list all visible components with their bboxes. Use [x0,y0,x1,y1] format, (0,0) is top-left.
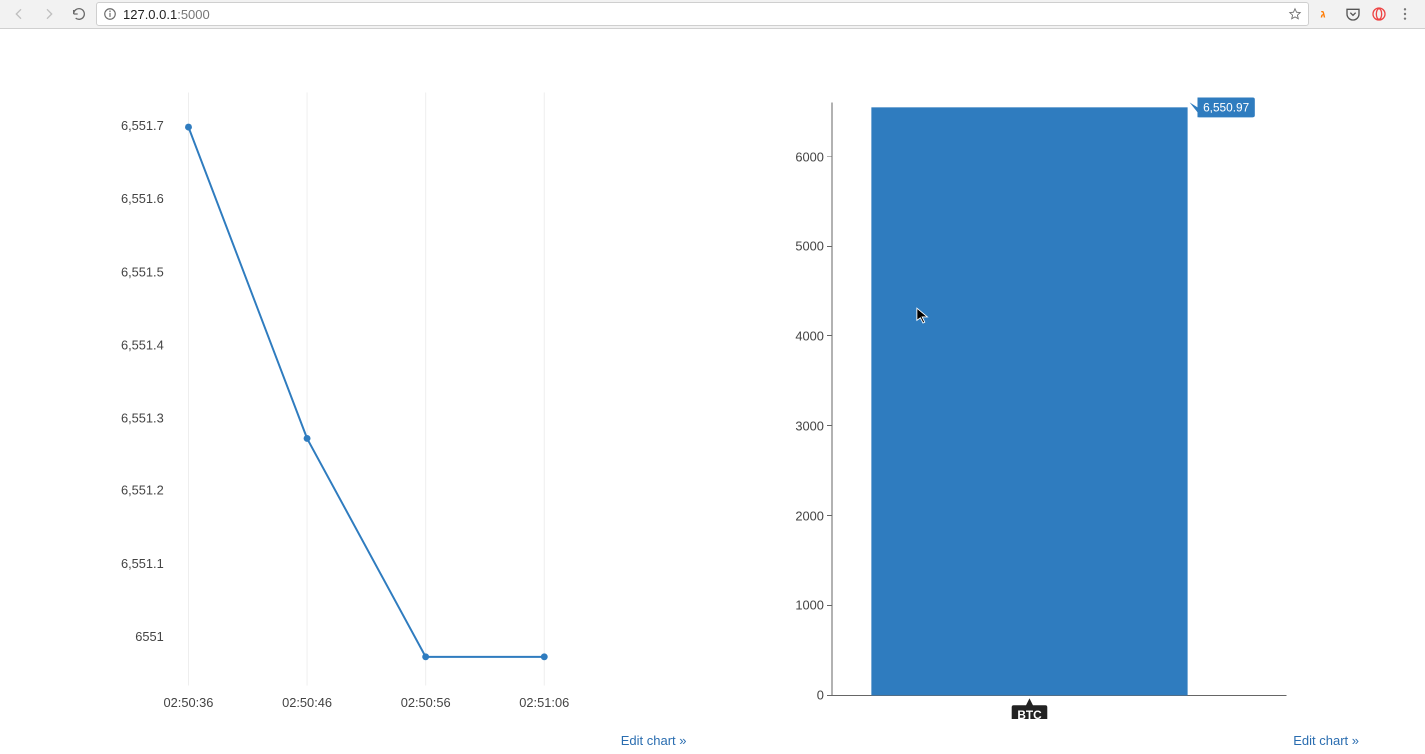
extension-icon-1[interactable]: ג [1319,6,1335,22]
reload-icon [71,6,87,22]
svg-text:4000: 4000 [795,329,824,344]
star-icon[interactable] [1288,7,1302,21]
svg-text:6,551.7: 6,551.7 [121,118,164,133]
arrow-right-icon [41,6,57,22]
bar-x-category-label: BTC [1011,698,1047,719]
url-text: 127.0.0.1:5000 [123,7,210,22]
line-series [188,127,544,657]
svg-text:6,551.2: 6,551.2 [121,483,164,498]
edit-chart-link-left[interactable]: Edit chart » [621,733,687,748]
pocket-icon[interactable] [1345,6,1361,22]
svg-text:02:51:06: 02:51:06 [519,695,569,710]
page-content: 6551 6,551.1 6,551.2 6,551.3 6,551.4 6,5… [0,29,1425,748]
svg-text:6551: 6551 [135,629,164,644]
kebab-menu-icon[interactable] [1397,6,1413,22]
browser-toolbar: 127.0.0.1:5000 ג [0,0,1425,29]
line-chart-x-axis: 02:50:36 02:50:46 02:50:56 02:51:06 [164,695,570,710]
line-point-0[interactable] [185,124,192,131]
back-button[interactable] [6,2,32,26]
info-icon [103,7,117,21]
bar-btc[interactable] [871,107,1187,695]
svg-text:ג: ג [1320,8,1325,20]
extension-icons: ג [1313,6,1419,22]
address-bar[interactable]: 127.0.0.1:5000 [96,2,1309,26]
line-chart-grid [188,93,544,686]
line-point-1[interactable] [304,435,311,442]
svg-text:6,551.4: 6,551.4 [121,337,164,352]
svg-text:3000: 3000 [795,419,824,434]
svg-text:02:50:36: 02:50:36 [164,695,214,710]
svg-text:2000: 2000 [795,508,824,523]
edit-chart-link-right[interactable]: Edit chart » [1293,733,1359,748]
bar-value-label: 6,550.97 [1189,97,1254,117]
opera-icon[interactable] [1371,6,1387,22]
bar-chart-container: 0 1000 2000 3000 4000 5000 6000 [733,59,1366,748]
svg-text:5000: 5000 [795,239,824,254]
svg-text:6,551.1: 6,551.1 [121,556,164,571]
svg-text:02:50:46: 02:50:46 [282,695,332,710]
bar-chart[interactable]: 0 1000 2000 3000 4000 5000 6000 [733,59,1366,719]
line-chart-y-axis: 6551 6,551.1 6,551.2 6,551.3 6,551.4 6,5… [121,118,164,644]
line-point-3[interactable] [541,653,548,660]
line-chart-container: 6551 6,551.1 6,551.2 6,551.3 6,551.4 6,5… [60,59,693,748]
svg-text:6,551.3: 6,551.3 [121,411,164,426]
svg-text:6,551.6: 6,551.6 [121,191,164,206]
forward-button[interactable] [36,2,62,26]
svg-text:6000: 6000 [795,150,824,165]
bar-chart-y-ticks: 0 1000 2000 3000 4000 5000 6000 [795,150,831,703]
arrow-left-icon [11,6,27,22]
line-point-2[interactable] [422,653,429,660]
svg-text:6,551.5: 6,551.5 [121,264,164,279]
line-chart-edit-row: Edit chart » [60,719,693,748]
svg-text:0: 0 [816,687,823,702]
bar-chart-edit-row: Edit chart » [733,719,1366,748]
reload-button[interactable] [66,2,92,26]
svg-text:BTC: BTC [1017,708,1042,719]
svg-text:02:50:56: 02:50:56 [401,695,451,710]
svg-text:1000: 1000 [795,597,824,612]
line-chart[interactable]: 6551 6,551.1 6,551.2 6,551.3 6,551.4 6,5… [60,59,693,719]
svg-text:6,550.97: 6,550.97 [1203,100,1249,114]
